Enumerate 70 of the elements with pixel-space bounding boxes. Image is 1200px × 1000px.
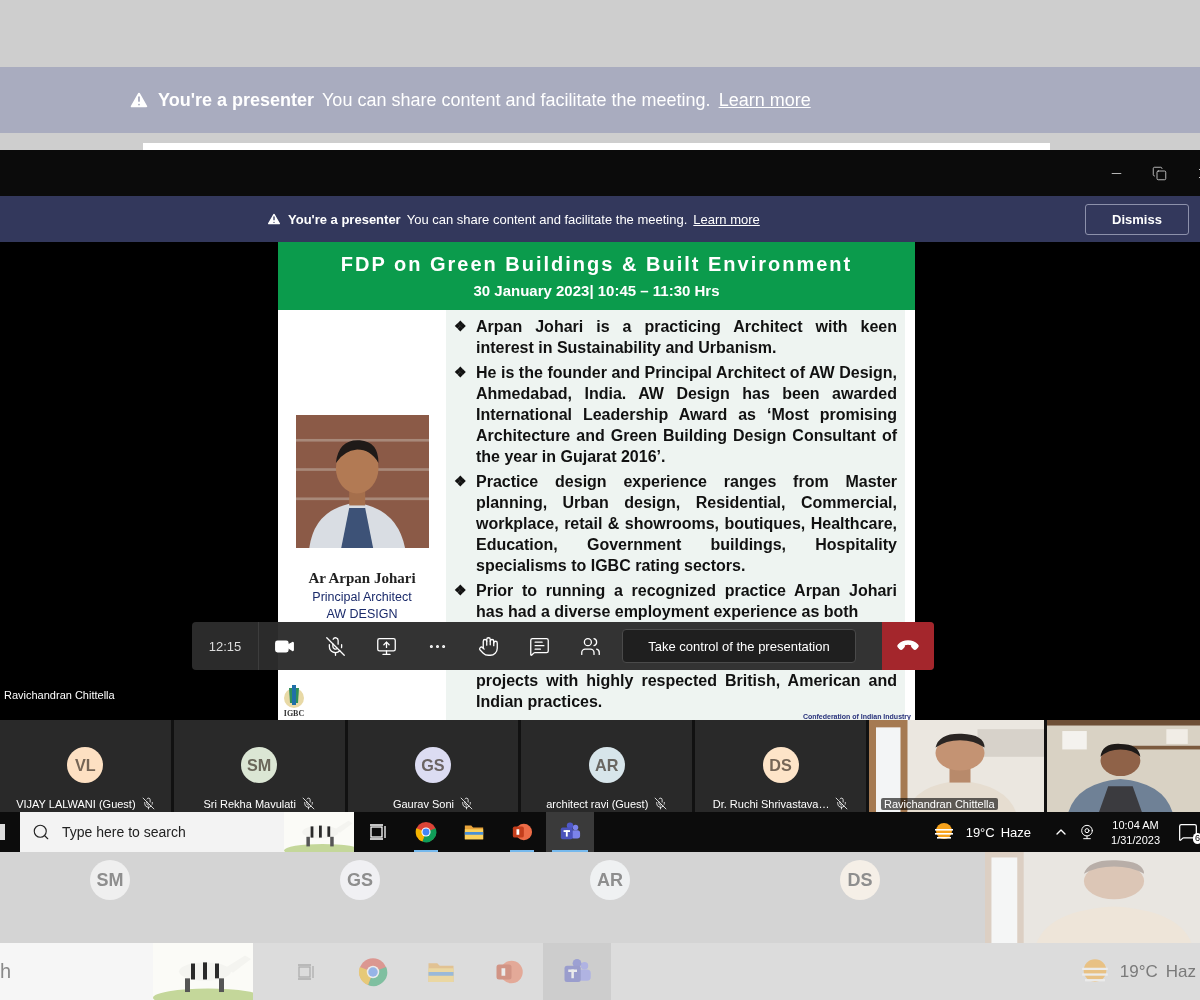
clock-time: 10:04 AM xyxy=(1112,818,1159,831)
clock-date: 1/31/2023 xyxy=(1111,833,1160,846)
speaker-role: Principal Architect xyxy=(312,590,412,604)
participant-name: VIJAY LALWANI (Guest) xyxy=(16,797,136,810)
warning-icon xyxy=(128,89,150,111)
search-text: h xyxy=(0,960,12,983)
participant-avatar: DS xyxy=(762,747,799,783)
search-icon xyxy=(32,823,50,841)
banner-title: You're a presenter xyxy=(288,211,401,227)
participant-avatar: DS xyxy=(840,860,880,900)
bullet-marker: ❖ xyxy=(454,317,468,336)
people-icon[interactable] xyxy=(580,635,601,657)
bullet-marker: ❖ xyxy=(454,363,468,382)
search-input[interactable]: Type here to search xyxy=(60,823,264,841)
notification-count: 6 xyxy=(1193,833,1200,844)
share-screen-icon[interactable] xyxy=(376,635,397,657)
browser-icon[interactable] xyxy=(415,821,437,843)
weather-text: 19°C xyxy=(1119,961,1158,982)
slide-subtitle: 30 January 2023| 10:45 – 11:30 Hrs xyxy=(473,282,720,299)
presenter-name: Ravichandran Chittella xyxy=(4,689,115,701)
slide-title: FDP on Green Buildings & Built Environment xyxy=(340,253,853,276)
speaker-company: AW DESIGN xyxy=(326,607,398,621)
dismiss-button[interactable]: Dismiss xyxy=(1085,203,1189,235)
warning-icon xyxy=(266,211,282,227)
participant-tile[interactable]: GS Gaurav Soni xyxy=(347,720,519,812)
chat-icon[interactable] xyxy=(529,635,550,657)
participant-avatar: AR xyxy=(590,860,630,900)
take-control-button[interactable]: Take control of the presentation xyxy=(622,629,856,663)
participant-name: Sri Rekha Mavulati xyxy=(203,797,296,810)
bullet-marker: ❖ xyxy=(454,472,468,491)
weather-text: 19°C xyxy=(965,824,995,840)
leave-button[interactable] xyxy=(882,622,934,670)
restore-icon[interactable] xyxy=(1152,165,1167,181)
banner-message: You can share content and facilitate the meeting. xyxy=(406,211,688,227)
participant-tile[interactable]: DS Dr. Ruchi Shrivastava… xyxy=(695,720,866,812)
participant-tile[interactable]: SM Sri Rekha Mavulati xyxy=(173,720,345,812)
participant-avatar: GS xyxy=(415,747,451,783)
learn-more-link[interactable]: Learn more xyxy=(693,211,760,227)
participant-name: architect ravi (Guest) xyxy=(546,797,649,810)
mic-off-icon[interactable] xyxy=(325,635,346,657)
raise-hand-icon[interactable] xyxy=(478,635,499,657)
bullet-marker: ❖ xyxy=(454,581,468,600)
start-icon[interactable] xyxy=(0,824,5,840)
search-field[interactable]: Type here to search xyxy=(20,812,354,852)
bullet-text: projects with highly respected British, American and Indian practices. xyxy=(476,671,897,712)
participant-avatar: GS xyxy=(340,860,380,900)
banner-title: You're a presenter xyxy=(158,89,314,111)
participant-avatar: AR xyxy=(588,747,625,783)
participant-avatar: VL xyxy=(67,747,104,783)
participant-tile[interactable]: AR architect ravi (Guest) xyxy=(521,720,693,812)
bullet-text: Practice design experience ranges from Master planning, Urban design, Residential, Commercial, workplace, retail & showrooms, boutiques, Healthcare, Education, Government buildings, Hospitality specialisms to IGBC rating sectors. xyxy=(476,472,897,576)
speaker-name: Ar Arpan Johari xyxy=(308,570,416,587)
participant-name: Gaurav Soni xyxy=(392,797,455,810)
participant-avatar: SM xyxy=(241,747,278,783)
participant-name: Ravichandran Chittella xyxy=(881,798,998,810)
logo-text: IGBC xyxy=(283,709,305,718)
igbc-logo-icon xyxy=(282,683,306,709)
camera-icon[interactable] xyxy=(1079,824,1096,840)
meeting-timer: 12:15 xyxy=(192,622,259,670)
weather-text: Haze xyxy=(1000,824,1032,840)
participant-avatar: SM xyxy=(90,860,130,900)
participant-tile[interactable]: VL VIJAY LALWANI (Guest) xyxy=(0,720,171,812)
notifications-icon[interactable] xyxy=(1178,822,1198,842)
participant-name: Dr. Ruchi Shrivastava… xyxy=(712,797,830,810)
banner-message: You can share content and facilitate the meeting. xyxy=(322,89,711,111)
bullet-text: Arpan Johari is a practicing Architect with keen interest in Sustainability and Urbanism. xyxy=(476,317,897,358)
bullet-text: He is the founder and Principal Architect of AW Design, Ahmedabad, India. AW Design has been awarded International Leadership Award as ‘Most promising Architecture and Green Building Design Consultant of the year in Gujarat 2016’. xyxy=(476,363,897,467)
weather-text: Haz xyxy=(1165,961,1196,982)
slides-app-icon[interactable] xyxy=(511,821,533,843)
bullet-text: Prior to running a recognized practice Arpan Johari has had a diverse employment experience as both xyxy=(476,581,897,622)
